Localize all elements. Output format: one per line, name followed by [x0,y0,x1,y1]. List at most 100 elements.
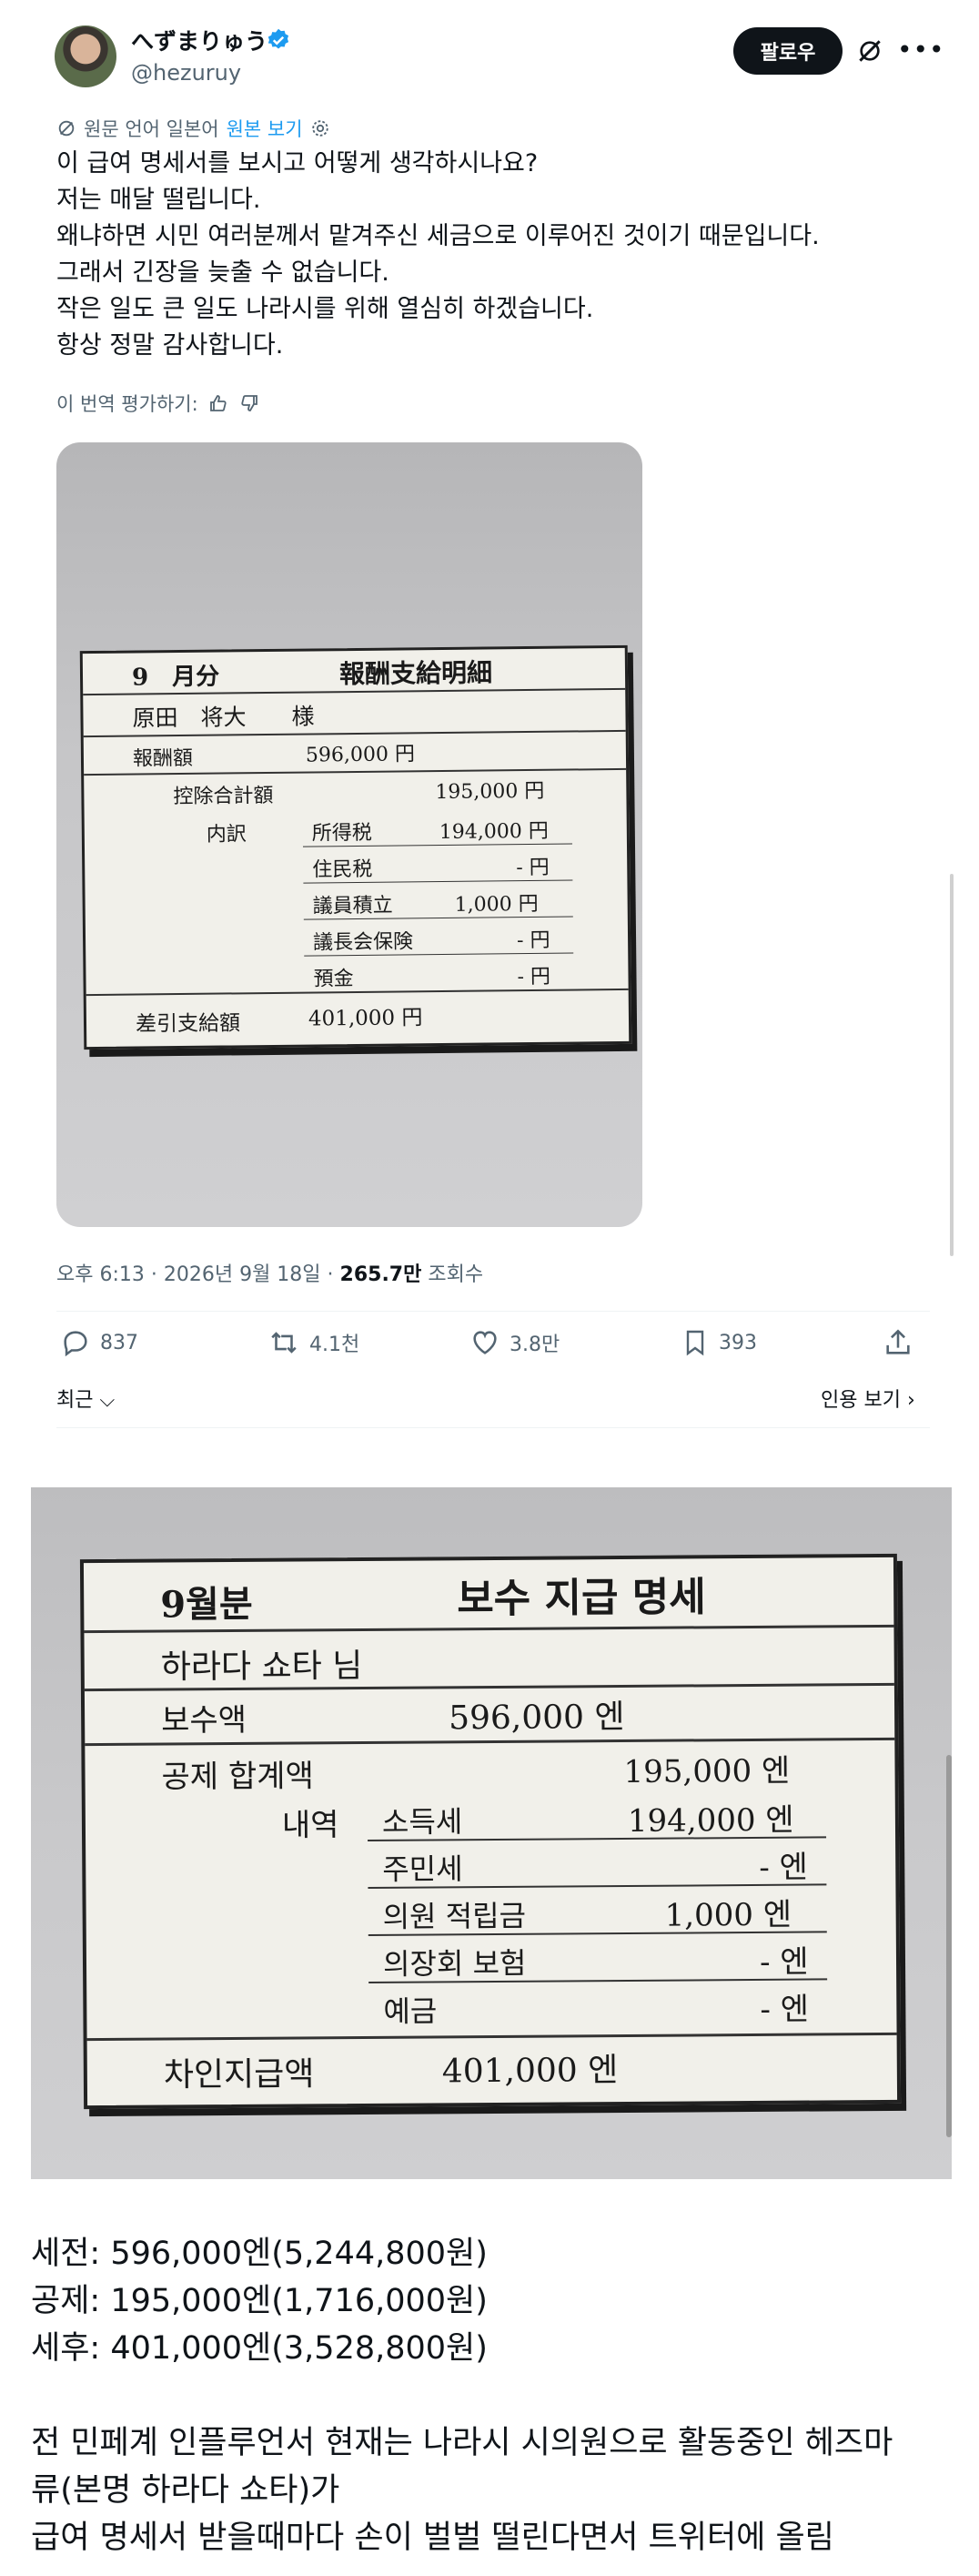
like-button[interactable]: 3.8만 [469,1327,560,1358]
user-handle[interactable]: @hezuruy [131,60,241,86]
scrollbar[interactable] [950,874,954,1256]
slip-item-value: 194,000 円 [439,819,549,845]
avatar[interactable] [55,25,116,87]
reply-icon [64,1331,87,1357]
quote-label: 인용 보기 [821,1389,901,1412]
rate-translation-label: 이 번역 평가하기: [56,393,198,415]
slip-month: 9월분 [160,1582,253,1627]
slip-net-label: 차인지급액 [163,2055,315,2094]
slip-item-label: 예금 [383,1993,438,2029]
slip-recipient: 原田 将大 様 [132,703,315,732]
heart-icon [473,1331,497,1354]
translate-icon [58,120,75,137]
verified-badge-icon [266,27,291,53]
view-count-label: 조회수 [421,1263,484,1286]
settings-gear-icon[interactable] [310,118,330,138]
action-bar: 837 4.1천 3.8만 393 [56,1327,930,1371]
divider [56,1311,930,1312]
thumbs-down-icon[interactable] [238,392,260,414]
slip-item-value: - 엔 [760,1991,810,2028]
tweet-text: 이 급여 명세서를 보시고 어떻게 생각하시나요? 저는 매달 떨립니다. 왜냐… [56,146,930,364]
slip-item-label: 住民税 [312,857,373,882]
tweet-line: 왜냐하면 시민 여러분께서 맡겨주신 세금으로 이루어진 것이기 때문입니다. [56,222,820,250]
slip-breakdown-label: 内訳 [206,823,247,847]
retweet-icon [271,1332,297,1354]
retweet-count: 4.1천 [309,1334,360,1356]
slip-item-value: 1,000 円 [454,892,539,917]
caption-line: 전 민페계 인플루언서 현재는 나라시 시의원으로 활동중인 헤즈마 [31,2425,893,2461]
slip-item-label: 의원 적립금 [382,1898,527,1934]
view-quotes-link[interactable]: 인용 보기 › [821,1384,915,1413]
tweet-line: 저는 매달 떨립니다. [56,186,261,214]
share-button[interactable] [883,1327,913,1358]
slip-item-value: - 円 [516,856,550,880]
slip-deduct-label: 控除合計額 [173,784,274,809]
slip-net-label: 差引支給額 [135,1011,241,1037]
slip-month: 9 月分 [131,663,220,692]
slip-item-value: - 엔 [759,1849,809,1886]
tweet-line: 그래서 긴장을 늦출 수 없습니다. [56,259,389,287]
bookmark-button[interactable]: 393 [681,1327,757,1358]
like-count: 3.8만 [510,1334,560,1356]
tweet-timestamp[interactable]: 오후 6:13 · 2026년 9월 18일 · [56,1263,340,1286]
more-options-icon[interactable]: ••• [897,35,945,65]
reply-count: 837 [100,1331,138,1354]
translation-notice: 원문 언어 일본어 원본 보기 [56,115,330,142]
caption-line: 급여 명세서 받을때마다 손이 벌벌 떨린다면서 트위터에 올림 [31,2520,834,2556]
divider [56,1427,930,1428]
slip-item-value: - 円 [517,965,551,989]
tweet-line: 작은 일도 큰 일도 나라시를 위해 열심히 하겠습니다. [56,295,594,323]
scrollbar[interactable] [946,1755,952,2137]
slip-item-label: 預金 [313,968,354,991]
reply-button[interactable]: 837 [60,1327,138,1358]
slip-title: 報酬支給明細 [338,657,493,690]
caption-line [31,2372,950,2419]
tweet-line: 이 급여 명세서를 보시고 어떻게 생각하시나요? [56,149,539,177]
share-icon [886,1329,910,1354]
grok-icon[interactable] [855,36,884,66]
slip-item-value: 1,000 엔 [664,1896,792,1934]
slip-pay-label: 報酬額 [132,746,194,771]
payslip-kr: 9월분 보수 지급 명세 하라다 쇼타 님 보수액 596,000 엔 공제 합… [79,1553,902,2110]
slip-recipient: 하라다 쇼타 님 [160,1647,363,1687]
sort-dropdown[interactable]: 최근 ⌵ [56,1384,115,1413]
caption-line: 류(본명 하라다 쇼타)가 [31,2472,340,2509]
payslip-jp: 9 月分 報酬支給明細 原田 将大 様 報酬額 596,000 円 控除合計額 … [79,644,632,1050]
chevron-right-icon: › [900,1389,915,1412]
slip-item-value: 194,000 엔 [627,1801,794,1840]
rate-translation: 이 번역 평가하기: [56,390,260,417]
slip-pay-value: 596,000 円 [305,743,416,767]
slip-item-value: - 엔 [759,1943,809,1981]
show-original-link[interactable]: 원본 보기 [227,115,303,142]
translation-language: 원문 언어 일본어 [84,118,219,140]
caption-line: 세후: 401,000엔(3,528,800원) [31,2330,488,2367]
slip-pay-label: 보수액 [161,1701,247,1739]
bookmark-count: 393 [719,1331,757,1354]
caption-line: 세전: 596,000엔(5,244,800원) [31,2236,488,2272]
slip-item-label: 주민세 [382,1851,463,1887]
slip-item-label: 議員積立 [312,894,393,918]
sort-label: 최근 [56,1389,94,1412]
translated-payslip-image: 9월분 보수 지급 명세 하라다 쇼타 님 보수액 596,000 엔 공제 합… [31,1487,952,2179]
view-count: 265.7만 [339,1263,422,1286]
display-name[interactable]: へずまりゅう [131,24,267,56]
slip-item-value: - 円 [516,928,550,953]
thumbs-up-icon[interactable] [207,392,229,414]
retweet-button[interactable]: 4.1천 [267,1327,359,1358]
slip-item-label: 소득세 [381,1804,463,1840]
slip-deduct-value: 195,000 円 [435,779,545,805]
follow-button[interactable]: 팔로우 [733,27,843,75]
tweet-meta: 오후 6:13 · 2026년 9월 18일 · 265.7만 조회수 [56,1258,483,1287]
slip-title: 보수 지급 명세 [457,1574,706,1623]
slip-pay-value: 596,000 엔 [448,1698,625,1738]
slip-net-value: 401,000 엔 [441,2052,619,2091]
slip-net-value: 401,000 円 [308,1006,423,1031]
slip-breakdown-label: 내역 [281,1807,339,1844]
slip-deduct-label: 공제 합계액 [161,1758,314,1796]
slip-item-label: 議長会保険 [312,930,414,955]
tweet-photo[interactable]: 9 月分 報酬支給明細 原田 将大 様 報酬額 596,000 円 控除合計額 … [56,442,642,1227]
caption-line: 공제: 195,000엔(1,716,000원) [31,2283,488,2319]
bookmark-icon [686,1330,704,1356]
tweet-line: 항상 정말 감사합니다. [56,331,284,360]
slip-item-label: 의장회 보험 [382,1945,527,1982]
